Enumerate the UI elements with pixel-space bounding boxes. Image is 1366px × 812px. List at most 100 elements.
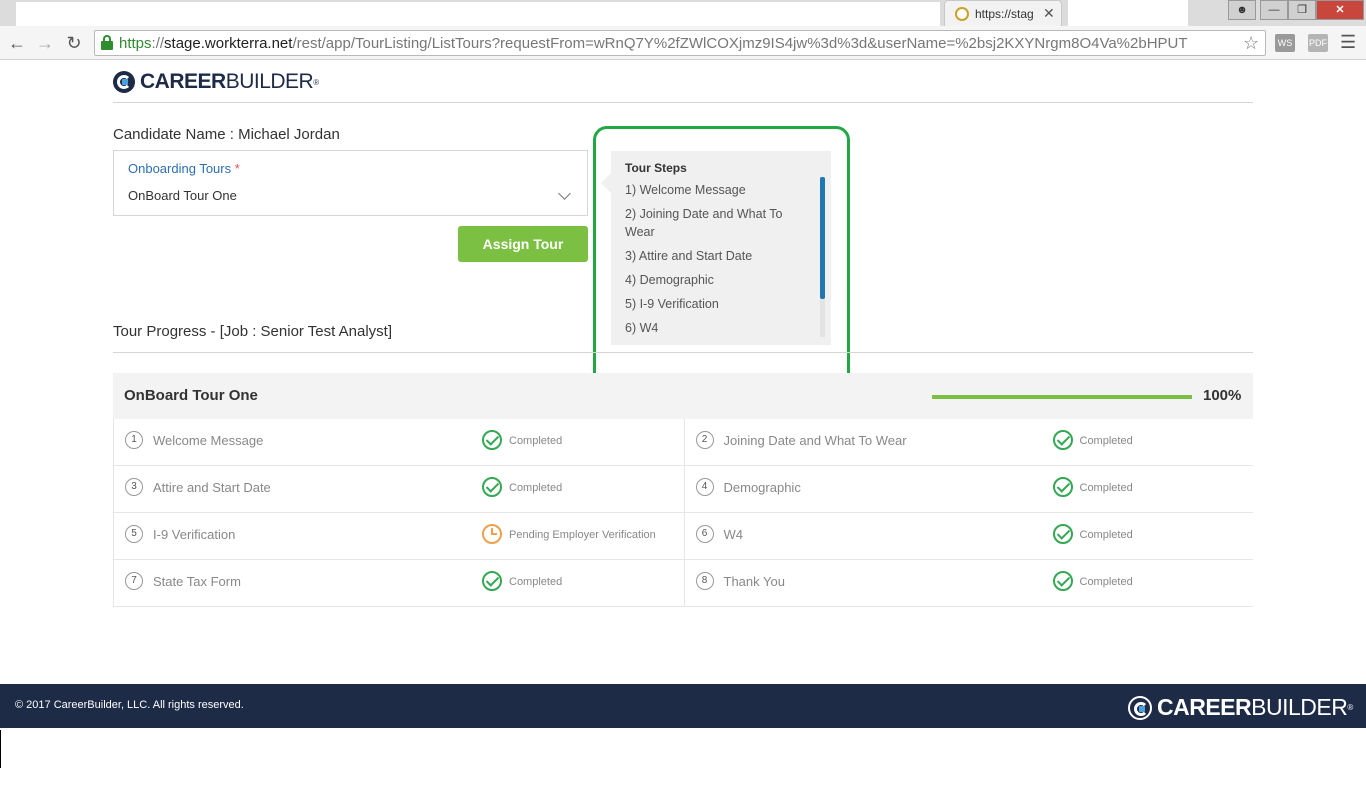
table-row: 5 I-9 Verification Pending Employer Verifi… xyxy=(114,513,1253,560)
step-number-badge: 4 xyxy=(695,478,714,496)
browser-toolbar: ← → ↻ https://stage.workterra.net/rest/a… xyxy=(0,26,1366,60)
close-window-button[interactable]: ✕ xyxy=(1316,0,1364,20)
table-row: 3 Attire and Start Date Completed 4 Demograp… xyxy=(114,466,1253,513)
url-scheme: https xyxy=(119,35,152,52)
tour-steps-scrollbar[interactable] xyxy=(820,177,825,299)
tour-progress-percent: 100% xyxy=(1203,387,1242,404)
address-bar[interactable]: https://stage.workterra.net/rest/app/Tou… xyxy=(94,30,1266,56)
step-status: Completed xyxy=(1079,529,1133,541)
step-cell[interactable]: 7 State Tax Form Completed xyxy=(114,560,684,606)
secure-lock-icon xyxy=(101,35,113,50)
tour-progress-bar xyxy=(932,395,1192,399)
reload-icon[interactable]: ↻ xyxy=(63,32,85,54)
step-status: Completed xyxy=(1079,576,1133,588)
step-cell[interactable]: 8 Thank You Completed xyxy=(683,560,1254,606)
step-name[interactable]: State Tax Form xyxy=(153,574,241,589)
step-cell[interactable]: 6 W4 Completed xyxy=(683,513,1254,559)
step-number-badge: 1 xyxy=(125,431,143,449)
tab-title: https://stag xyxy=(975,7,1034,21)
back-arrow-icon[interactable]: ← xyxy=(6,32,28,54)
logo-trademark: ® xyxy=(313,77,320,87)
assign-tour-button[interactable]: Assign Tour xyxy=(458,226,588,262)
ws-extension-icon[interactable]: WS xyxy=(1275,34,1295,52)
pdf-extension-icon[interactable]: PDF xyxy=(1308,34,1328,52)
required-asterisk: * xyxy=(234,161,240,176)
step-name[interactable]: Joining Date and What To Wear xyxy=(724,433,907,448)
maximize-window-button[interactable]: ❐ xyxy=(1288,0,1316,20)
step-name[interactable]: Welcome Message xyxy=(153,433,263,448)
check-circle-icon xyxy=(1052,571,1073,591)
browser-menu-icon[interactable]: ☰ xyxy=(1340,32,1356,53)
site-favicon-icon xyxy=(955,7,969,21)
step-number-badge: 6 xyxy=(695,525,714,543)
step-cell[interactable]: 4 Demographic Completed xyxy=(683,466,1254,512)
tour-step-item: 5) I-9 Verification xyxy=(625,297,719,311)
step-cell[interactable]: 5 I-9 Verification Pending Employer Verifi… xyxy=(114,513,684,559)
tour-progress-grid: 1 Welcome Message Completed 2 Joining Date a… xyxy=(113,419,1253,607)
footer-logo-trademark: ® xyxy=(1347,703,1354,712)
text-cursor xyxy=(0,730,1,768)
blank-tab-area xyxy=(16,2,940,26)
check-circle-icon xyxy=(1052,477,1073,497)
step-number-badge: 3 xyxy=(125,478,143,496)
url-separator: :// xyxy=(151,35,165,52)
tour-steps-list: 1) Welcome Message 2) Joining Date and W… xyxy=(625,181,805,343)
forward-arrow-icon[interactable]: → xyxy=(34,32,56,54)
step-status: Completed xyxy=(1079,482,1133,494)
browser-tab[interactable]: https://stag ✕ xyxy=(944,0,1062,26)
footer-copyright: © 2017 CareerBuilder, LLC. All rights re… xyxy=(15,699,244,711)
step-name[interactable]: Demographic xyxy=(724,480,801,495)
tour-progress-header: OnBoard Tour One 100% xyxy=(113,373,1253,419)
step-number-badge: 8 xyxy=(695,572,714,590)
step-number-badge: 5 xyxy=(125,525,143,543)
progress-divider xyxy=(113,352,1253,353)
step-status: Completed xyxy=(509,482,563,494)
minimize-window-button[interactable]: — xyxy=(1260,0,1288,20)
tour-name: OnBoard Tour One xyxy=(124,387,258,404)
step-status: Completed xyxy=(1079,435,1133,447)
tour-progress-heading: Tour Progress - [Job : Senior Test Analy… xyxy=(113,323,393,340)
step-name[interactable]: W4 xyxy=(724,527,744,542)
tour-step-item: 1) Welcome Message xyxy=(625,183,746,197)
onboarding-tours-select[interactable]: Onboarding Tours * OnBoard Tour One xyxy=(113,150,588,216)
check-circle-icon xyxy=(1052,524,1073,544)
footer-careerbuilder-logo: CAREERBUILDER ® xyxy=(1128,694,1353,721)
tour-step-item: 4) Demographic xyxy=(625,273,714,287)
step-number-badge: 2 xyxy=(695,431,714,449)
bookmark-star-icon[interactable]: ☆ xyxy=(1243,33,1259,54)
careerbuilder-logo: CAREERBUILDER ® xyxy=(113,70,320,93)
tab-close-icon[interactable]: ✕ xyxy=(1043,5,1055,22)
step-name[interactable]: Attire and Start Date xyxy=(153,480,271,495)
url-text[interactable]: https://stage.workterra.net/rest/app/Tou… xyxy=(119,35,1239,52)
step-cell[interactable]: 2 Joining Date and What To Wear Completed xyxy=(683,419,1254,465)
onboarding-tours-label: Onboarding Tours * xyxy=(128,161,240,176)
table-row: 1 Welcome Message Completed 2 Joining Date a… xyxy=(114,419,1253,466)
url-host: stage.workterra.net xyxy=(164,35,293,52)
user-profile-icon[interactable]: ☻ xyxy=(1228,0,1256,20)
page-footer: © 2017 CareerBuilder, LLC. All rights re… xyxy=(0,684,1366,728)
step-status: Completed xyxy=(509,576,563,588)
tour-progress-bar-fill xyxy=(932,395,1192,399)
step-cell[interactable]: 1 Welcome Message Completed xyxy=(114,419,684,465)
header-divider xyxy=(113,102,1253,103)
careerbuilder-logo-icon xyxy=(113,71,135,93)
onboarding-tours-value: OnBoard Tour One xyxy=(128,188,237,203)
step-name[interactable]: I-9 Verification xyxy=(153,527,235,542)
step-status: Completed xyxy=(509,435,563,447)
step-number-badge: 7 xyxy=(125,572,143,590)
step-name[interactable]: Thank You xyxy=(724,574,785,589)
check-circle-icon xyxy=(482,571,502,591)
table-row: 7 State Tax Form Completed 8 Thank You Comple… xyxy=(114,560,1253,607)
check-circle-icon xyxy=(1052,430,1073,450)
new-tab-area[interactable] xyxy=(1068,0,1188,26)
tour-steps-panel: Tour Steps 1) Welcome Message 2) Joining… xyxy=(601,151,831,345)
logo-wordmark: CAREERBUILDER xyxy=(140,70,314,93)
tour-steps-title: Tour Steps xyxy=(625,161,687,175)
clock-pending-icon xyxy=(482,524,502,544)
chevron-down-icon[interactable] xyxy=(558,187,571,200)
url-path: /rest/app/TourListing/ListTours?requestF… xyxy=(292,35,1188,52)
browser-titlebar: https://stag ✕ ☻ — ❐ ✕ xyxy=(0,0,1366,26)
tour-step-item: 6) W4 xyxy=(625,321,659,335)
check-circle-icon xyxy=(482,430,502,450)
step-cell[interactable]: 3 Attire and Start Date Completed xyxy=(114,466,684,512)
